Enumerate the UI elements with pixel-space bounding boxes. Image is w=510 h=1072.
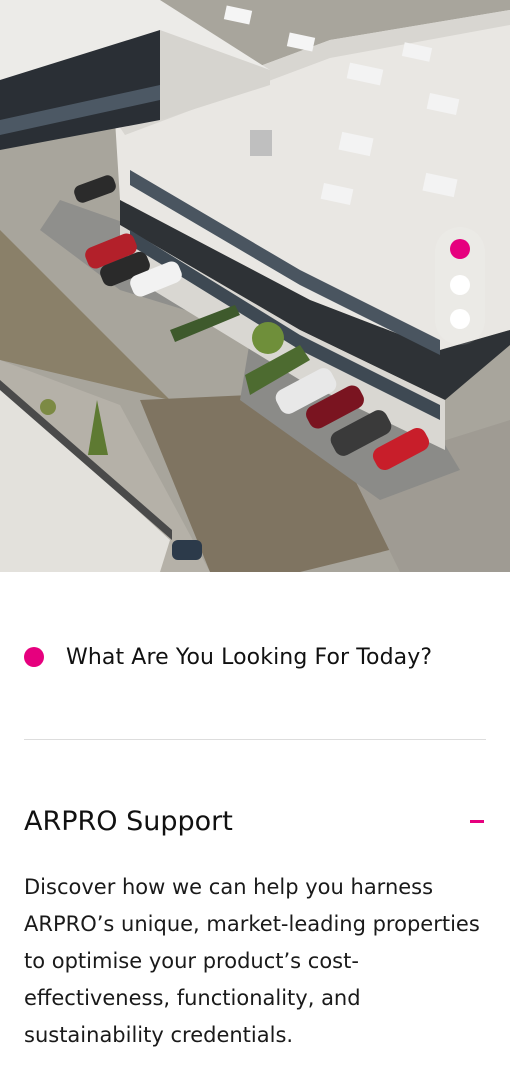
carousel-dot-3[interactable] <box>450 309 470 329</box>
hero-image <box>0 0 510 572</box>
carousel-dot-2[interactable] <box>450 275 470 295</box>
carousel-dot-1[interactable] <box>450 239 470 259</box>
section-heading: What Are You Looking For Today? <box>24 640 494 674</box>
carousel-dots <box>435 227 485 345</box>
accordion-title: ARPRO Support <box>24 805 233 837</box>
section-heading-text: What Are You Looking For Today? <box>66 644 433 670</box>
bullet-dot-icon <box>24 647 44 667</box>
accordion-header-arpro-support[interactable]: ARPRO Support <box>24 798 486 844</box>
accordion-body-text: Discover how we can help you harness ARP… <box>24 875 480 1047</box>
divider <box>24 739 486 740</box>
minus-icon[interactable] <box>470 819 484 823</box>
aerial-building-illustration <box>0 0 510 572</box>
